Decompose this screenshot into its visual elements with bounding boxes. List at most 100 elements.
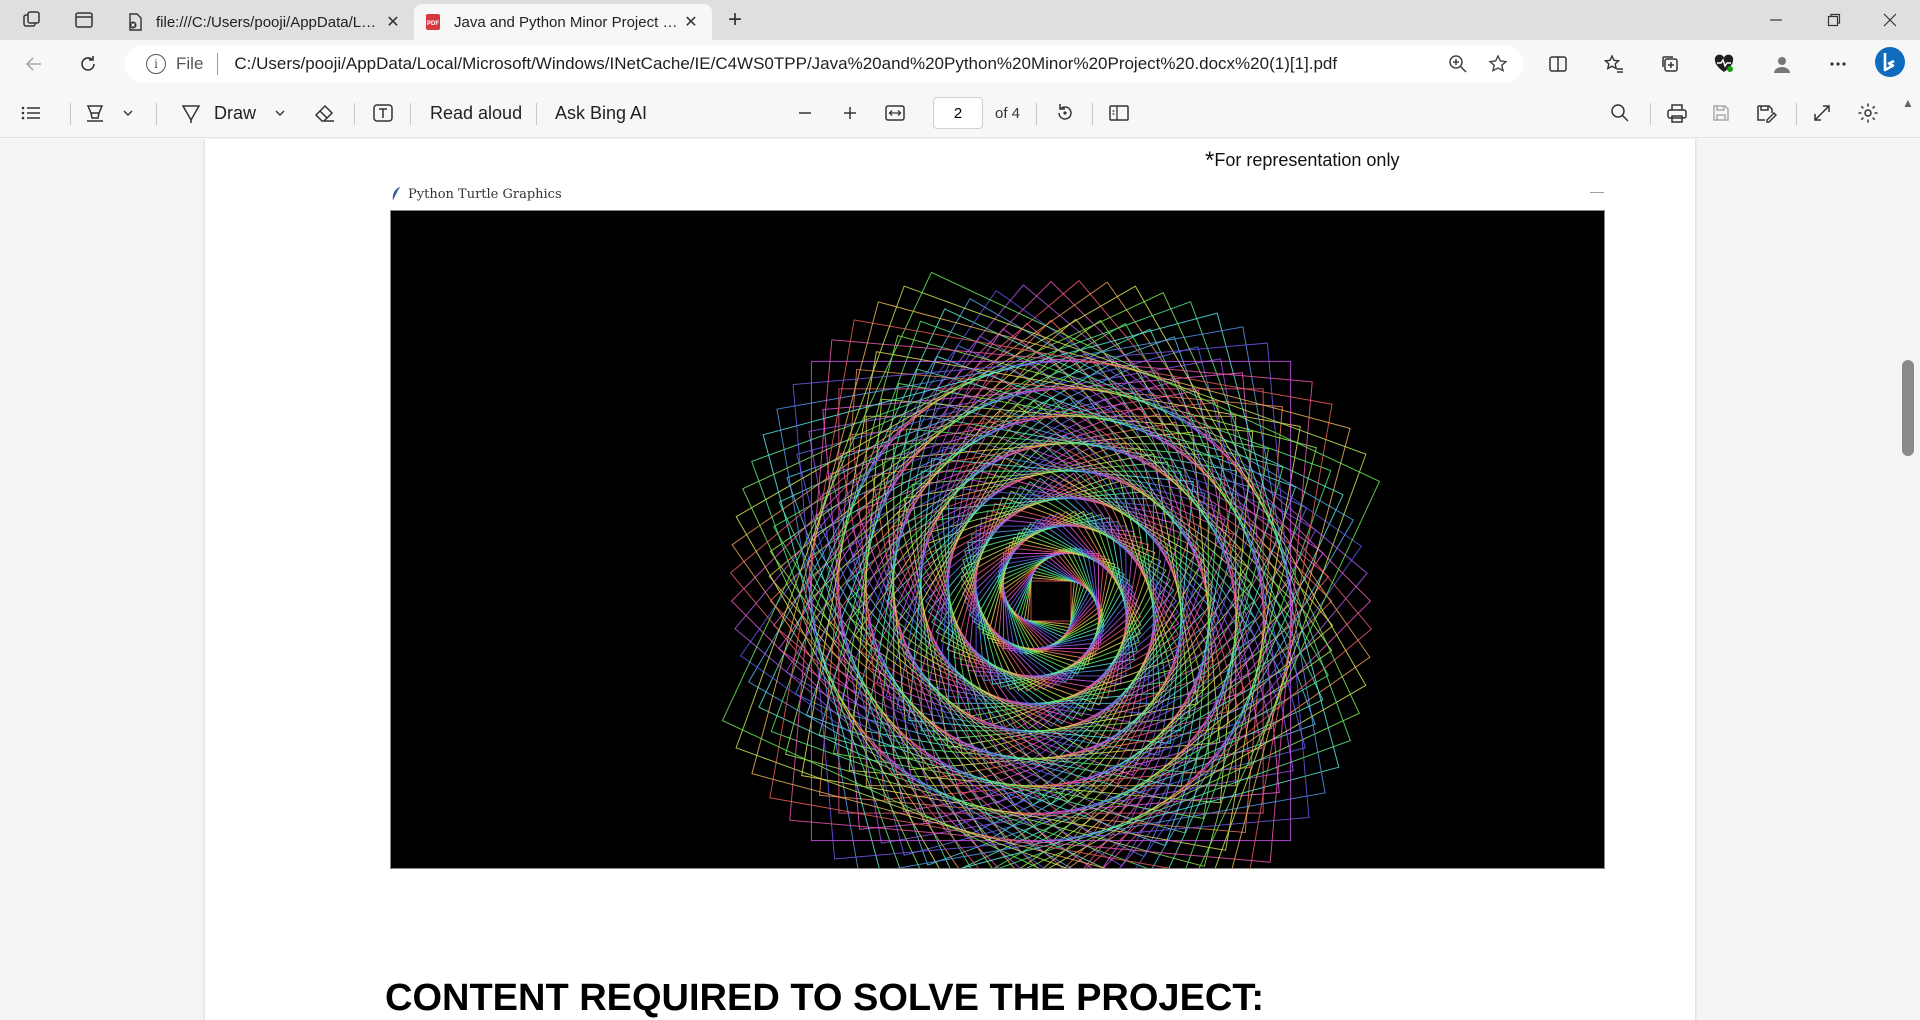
spiral-artwork [721,271,1381,868]
spiral-square [863,413,1239,789]
browser-essentials-icon[interactable] [1706,48,1742,80]
tab-pdf[interactable]: PDF Java and Python Minor Project .docx … [414,4,712,40]
spiral-square [846,396,1256,806]
pen-icon [181,105,201,123]
spiral-square [796,346,1306,856]
broken-file-icon [126,13,144,31]
pdf-page: *For representation only Python Turtle G… [205,139,1695,1020]
draw-dropdown-icon[interactable] [274,97,286,129]
vertical-scrollbar[interactable]: ▲ [1896,92,1920,1020]
spiral-square [922,472,1180,730]
toolbar-divider [1650,103,1651,125]
favorite-star-icon[interactable] [1478,48,1518,80]
toolbar-divider [354,103,355,125]
toolbar-divider [1796,103,1797,125]
tab-strip: file:///C:/Users/pooji/AppData/Local/Mic… [0,0,1920,40]
more-options-icon[interactable] [1820,48,1856,80]
spiral-square [967,517,1135,685]
table-of-contents-icon[interactable] [20,97,42,129]
tab-file-explorer[interactable]: file:///C:/Users/pooji/AppData/Local/Mic… [116,4,414,40]
draw-button[interactable]: Draw [180,97,256,129]
back-arrow-icon[interactable] [16,48,52,80]
address-row: i File C:/Users/pooji/AppData/Local/Micr… [0,40,1920,88]
page-number-input[interactable] [933,97,983,129]
spiral-square [845,395,1257,807]
tab-actions-icon[interactable] [68,6,100,34]
fit-width-icon[interactable] [884,97,906,129]
bing-copilot-icon[interactable] [1872,46,1908,78]
pdf-file-icon: PDF [424,13,442,31]
turtle-window-title: Python Turtle Graphics [408,186,562,202]
close-tab-icon[interactable]: ✕ [382,11,404,33]
save-as-icon[interactable] [1755,97,1777,129]
zoom-icon[interactable] [1438,48,1478,80]
representation-note: *For representation only [1205,147,1399,175]
zoom-in-icon[interactable] [841,97,859,129]
fullscreen-icon[interactable] [1812,97,1832,129]
new-tab-button[interactable]: + [720,6,750,34]
minimize-icon[interactable] [1748,0,1804,40]
address-bar[interactable]: i File C:/Users/pooji/AppData/Local/Micr… [124,45,1524,83]
eraser-icon[interactable] [314,97,336,129]
refresh-icon[interactable] [70,48,106,80]
read-aloud-button[interactable]: Read aloud [430,97,522,129]
spiral-square [789,339,1313,863]
pdf-viewer[interactable]: *For representation only Python Turtle G… [0,139,1920,1020]
toolbar-divider [410,103,411,125]
page-count-label: of 4 [995,104,1021,122]
spiral-square [998,548,1104,654]
close-tab-icon[interactable]: ✕ [680,11,702,33]
spiral-square [924,474,1178,728]
find-icon[interactable] [1610,97,1630,129]
draw-label: Draw [214,102,257,123]
split-screen-icon[interactable] [1540,48,1576,80]
feather-icon [392,187,400,202]
spiral-square [970,520,1132,682]
pdf-toolbar: Draw Read aloud Ask Bing AI of 4 [0,88,1920,138]
spiral-square [1027,577,1075,625]
profile-avatar-icon[interactable] [1764,48,1800,80]
spiral-square [967,517,1135,685]
toolbar-divider [156,103,157,125]
spiral-square [997,547,1105,655]
spiral-square [923,473,1179,729]
site-info-icon[interactable]: i [146,54,166,74]
page-view-icon[interactable] [1108,97,1130,129]
text-box-icon[interactable] [372,97,394,129]
rotate-icon[interactable] [1054,97,1076,129]
url-divider [217,53,219,75]
url-text[interactable]: C:/Users/pooji/AppData/Local/Microsoft/W… [234,54,1438,74]
collections-icon[interactable] [1652,48,1688,80]
spiral-square [884,434,1218,768]
spiral-square [935,485,1167,717]
zoom-out-icon[interactable] [796,97,814,129]
section-heading: CONTENT REQUIRED TO SOLVE THE PROJECT: [385,977,1265,1019]
spiral-squares-group [721,271,1381,868]
ask-bing-ai-button[interactable]: Ask Bing AI [555,97,647,129]
spiral-square [935,485,1167,717]
minimize-dash-icon: — [1590,183,1604,199]
spiral-square [923,473,1179,729]
workspaces-icon[interactable] [16,6,48,34]
spiral-square [848,398,1254,804]
spiral-square [991,541,1111,661]
scrollbar-thumb[interactable] [1902,360,1914,456]
restore-icon[interactable] [1806,0,1862,40]
scroll-up-icon[interactable]: ▲ [1902,96,1914,110]
highlight-dropdown-icon[interactable] [122,97,134,129]
spiral-square [888,438,1214,764]
svg-text:PDF: PDF [427,21,439,27]
spiral-square [1004,554,1098,648]
close-window-icon[interactable] [1862,0,1918,40]
spiral-square [997,547,1105,655]
settings-gear-icon[interactable] [1857,97,1879,129]
turtle-canvas [390,210,1605,869]
save-icon[interactable] [1711,97,1731,129]
turtle-window-titlebar: Python Turtle Graphics [390,186,562,202]
spiral-square [832,382,1270,820]
highlight-icon[interactable] [84,97,106,129]
url-scheme-label: File [176,54,204,73]
print-icon[interactable] [1666,97,1688,129]
favorites-icon[interactable] [1596,48,1632,80]
toolbar-divider [1092,103,1093,125]
